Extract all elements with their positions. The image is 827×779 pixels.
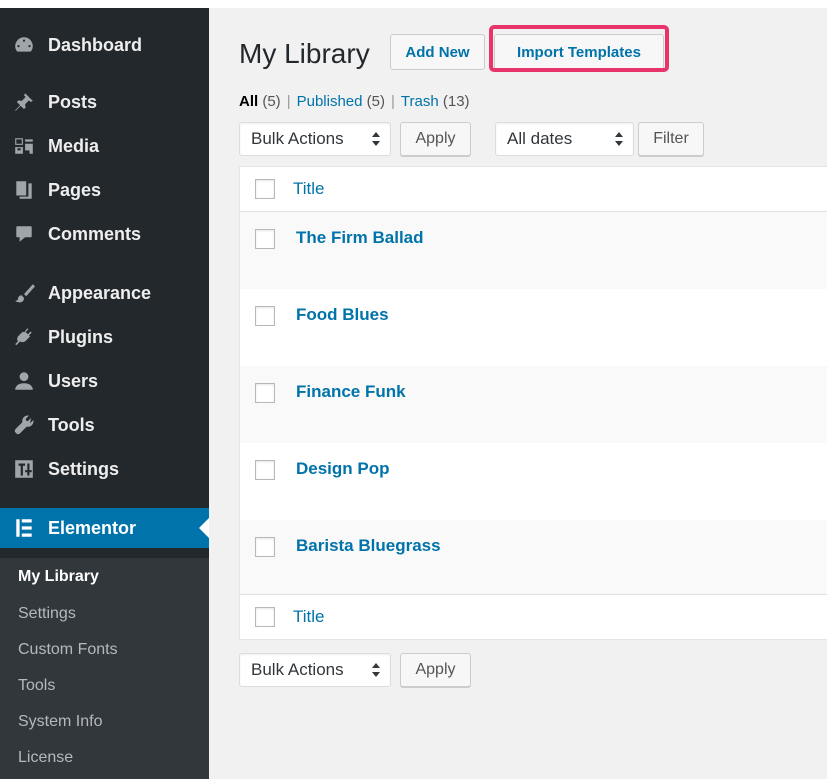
row-title-link[interactable]: Finance Funk: [296, 382, 406, 402]
sidebar-item-label: Settings: [48, 458, 120, 479]
sidebar-item-label: Tools: [48, 414, 95, 435]
sidebar-item-label: Plugins: [48, 326, 114, 347]
sidebar-item-dashboard[interactable]: Dashboard: [0, 25, 209, 65]
pin-icon: [13, 91, 35, 113]
submenu-item-my-library[interactable]: My Library: [18, 568, 99, 586]
sidebar-item-label: Comments: [48, 223, 142, 244]
plug-icon: [13, 326, 35, 348]
select-arrows-icon: [372, 663, 380, 677]
date-filter-select[interactable]: All dates: [495, 122, 634, 156]
page-title: My Library: [239, 38, 370, 69]
table-header: Title: [240, 167, 827, 212]
submenu-item-settings[interactable]: Settings: [18, 605, 76, 623]
settings-icon: [13, 458, 35, 480]
filter-trash-link[interactable]: Trash (13): [401, 93, 470, 110]
comment-icon: [13, 223, 35, 245]
top-strip: [0, 0, 827, 8]
row-title-link[interactable]: Food Blues: [296, 305, 389, 325]
row-checkbox[interactable]: [255, 229, 275, 249]
submenu-item-license[interactable]: License: [18, 749, 73, 767]
bulk-actions-select[interactable]: Bulk Actions: [239, 122, 391, 156]
main-content: My Library Add New Import Templates All …: [209, 8, 827, 779]
status-filter-links: All (5) | Published (5) | Trash (13): [239, 93, 470, 110]
sidebar-item-media[interactable]: Media: [0, 126, 209, 166]
add-new-button[interactable]: Add New: [390, 34, 485, 70]
sidebar-item-label: Media: [48, 135, 100, 156]
table-row: Barista Bluegrass: [240, 520, 827, 597]
sidebar-item-label: Dashboard: [48, 34, 143, 55]
admin-sidebar: Dashboard Posts Media Pages Comments App…: [0, 8, 209, 779]
sidebar-item-settings[interactable]: Settings: [0, 449, 209, 489]
table-footer: Title: [240, 594, 827, 639]
table-row: Design Pop: [240, 443, 827, 520]
templates-table: Title The Firm Ballad Food Blues Finance…: [239, 166, 827, 640]
active-indicator: [199, 518, 209, 538]
row-checkbox[interactable]: [255, 537, 275, 557]
sidebar-item-appearance[interactable]: Appearance: [0, 273, 209, 313]
sidebar-item-label: Pages: [48, 179, 102, 200]
table-row: The Firm Ballad: [240, 212, 827, 289]
submenu-item-custom-fonts[interactable]: Custom Fonts: [18, 641, 118, 659]
submenu-item-system-info[interactable]: System Info: [18, 713, 102, 731]
sidebar-item-pages[interactable]: Pages: [0, 170, 209, 210]
row-checkbox[interactable]: [255, 306, 275, 326]
sidebar-item-posts[interactable]: Posts: [0, 82, 209, 122]
row-title-link[interactable]: Barista Bluegrass: [296, 536, 441, 556]
apply-button-bottom[interactable]: Apply: [400, 653, 471, 687]
sidebar-item-comments[interactable]: Comments: [0, 214, 209, 254]
media-icon: [13, 135, 35, 157]
title-column-header[interactable]: Title: [293, 179, 325, 199]
row-checkbox[interactable]: [255, 383, 275, 403]
filter-all-link[interactable]: All (5): [239, 93, 281, 110]
sidebar-item-label: Appearance: [48, 282, 152, 303]
apply-button[interactable]: Apply: [400, 122, 471, 156]
select-arrows-icon: [615, 132, 623, 146]
select-arrows-icon: [372, 132, 380, 146]
sidebar-item-users[interactable]: Users: [0, 361, 209, 401]
elementor-icon: [13, 517, 35, 539]
filter-published-link[interactable]: Published (5): [297, 93, 385, 110]
sidebar-item-tools[interactable]: Tools: [0, 405, 209, 445]
sidebar-item-label: Users: [48, 370, 99, 391]
highlight-annotation: [489, 25, 669, 72]
sidebar-item-label: Posts: [48, 91, 98, 112]
row-title-link[interactable]: The Firm Ballad: [296, 228, 424, 248]
sidebar-item-label: Elementor: [48, 517, 137, 538]
select-all-checkbox[interactable]: [255, 179, 275, 199]
dashboard-icon: [13, 34, 35, 56]
brush-icon: [13, 282, 35, 304]
user-icon: [13, 370, 35, 392]
elementor-submenu: My Library Settings Custom Fonts Tools S…: [0, 558, 209, 779]
wrench-icon: [13, 414, 35, 436]
pages-icon: [13, 179, 35, 201]
submenu-item-tools[interactable]: Tools: [18, 677, 55, 695]
sidebar-item-elementor[interactable]: Elementor: [0, 508, 209, 548]
filter-button[interactable]: Filter: [638, 122, 704, 156]
bulk-actions-select-bottom[interactable]: Bulk Actions: [239, 653, 391, 687]
title-column-footer[interactable]: Title: [293, 607, 325, 627]
table-row: Food Blues: [240, 289, 827, 366]
row-title-link[interactable]: Design Pop: [296, 459, 390, 479]
sidebar-item-plugins[interactable]: Plugins: [0, 317, 209, 357]
table-row: Finance Funk: [240, 366, 827, 443]
row-checkbox[interactable]: [255, 460, 275, 480]
select-all-checkbox-footer[interactable]: [255, 607, 275, 627]
